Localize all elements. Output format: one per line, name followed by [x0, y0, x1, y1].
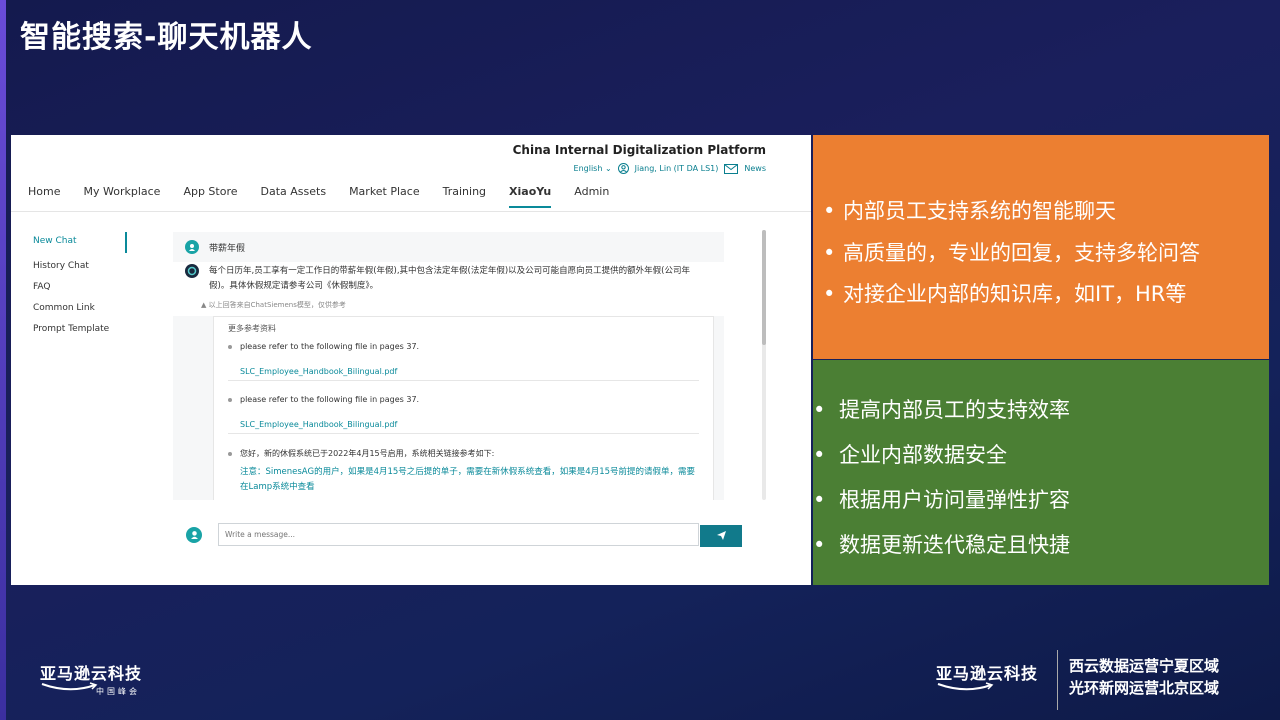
benefit-item: • 提高内部员工的支持效率: [813, 398, 1070, 422]
left-accent-bar: [0, 0, 6, 720]
language-select[interactable]: English ⌄: [574, 164, 612, 173]
send-button[interactable]: [700, 525, 742, 547]
nav-my-workplace[interactable]: My Workplace: [83, 185, 160, 208]
feature-item: • 内部员工支持系统的智能聊天: [823, 199, 1116, 223]
nav-xiaoyu[interactable]: XiaoYu: [509, 185, 552, 208]
message-input[interactable]: [218, 523, 699, 546]
user-name[interactable]: Jiang, Lin (IT DA LS1): [635, 164, 719, 173]
feature-item: • 对接企业内部的知识库，如IT，HR等: [823, 282, 1187, 306]
benefits-panel: • 提高内部员工的支持效率 • 企业内部数据安全 • 根据用户访问量弹性扩容 • 数据更…: [813, 360, 1269, 585]
features-panel: • 内部员工支持系统的智能聊天 • 高质量的，专业的回复，支持多轮问答 • 对接企业内…: [813, 135, 1269, 359]
nav-data-assets[interactable]: Data Assets: [261, 185, 327, 208]
news-link[interactable]: News: [744, 164, 766, 173]
sidebar-item-new-chat[interactable]: New Chat: [33, 232, 127, 253]
utility-bar: English ⌄ Jiang, Lin (IT DA LS1) News: [574, 163, 766, 174]
user-icon: [617, 163, 629, 174]
reference-item: please refer to the following file in pa…: [228, 395, 699, 404]
reference-file-link[interactable]: SLC_Employee_Handbook_Bilingual.pdf: [228, 357, 699, 381]
region-beijing: 光环新网运营北京区域: [1069, 679, 1220, 697]
nav-app-store[interactable]: App Store: [183, 185, 237, 208]
brand-logo-left: 亚马逊云科技 中国峰会: [40, 664, 143, 696]
sidebar-item-common-link[interactable]: Common Link: [33, 299, 127, 320]
references-box: 更多参考资料 please refer to the following fil…: [213, 316, 714, 500]
brand-logo-right: 亚马逊云科技: [936, 660, 1038, 691]
bot-avatar-icon: [185, 264, 199, 278]
send-icon: [716, 529, 727, 544]
mail-icon[interactable]: [724, 163, 739, 174]
answer-note[interactable]: ▲ 以上回答来自ChatSiemens模型，仅供参考: [173, 296, 724, 316]
nav-home[interactable]: Home: [28, 185, 60, 208]
reference-item: 您好，新的休假系统已于2022年4月15号启用，系统相关链接参考如下:: [228, 448, 699, 459]
sidebar-item-prompt-template[interactable]: Prompt Template: [33, 320, 127, 341]
user-avatar-icon: [186, 526, 202, 543]
reference-item: please refer to the following file in pa…: [228, 342, 699, 351]
smile-arrow-icon: [937, 682, 994, 691]
benefit-item: • 数据更新迭代稳定且快捷: [813, 533, 1070, 557]
user-message-text: 带薪年假: [209, 243, 246, 254]
sidebar-item-faq[interactable]: FAQ: [33, 278, 127, 299]
smile-arrow-icon: [41, 682, 98, 691]
bot-message-text: 每个日历年,员工享有一定工作日的带薪年假(年假),其中包含法定年假(法定年假)以…: [209, 266, 690, 291]
reference-file-link[interactable]: SLC_Employee_Handbook_Bilingual.pdf: [228, 410, 699, 434]
nav-training[interactable]: Training: [443, 185, 486, 208]
region-ningxia: 西云数据运营宁夏区域: [1069, 657, 1220, 675]
bot-message: 每个日历年,员工享有一定工作日的带薪年假(年假),其中包含法定年假(法定年假)以…: [173, 262, 724, 296]
slide-title: 智能搜索-聊天机器人: [20, 20, 313, 55]
chat-window: 带薪年假 每个日历年,员工享有一定工作日的带薪年假(年假),其中包含法定年假(法…: [173, 232, 724, 500]
reference-note: 注意：SimenesAG的用户，如果是4月15号之后提的单子，需要在新休假系统查…: [240, 467, 696, 492]
main-nav: Home My Workplace App Store Data Assets …: [28, 185, 609, 208]
platform-title: China Internal Digitalization Platform: [512, 143, 766, 157]
nav-admin[interactable]: Admin: [574, 185, 609, 208]
nav-divider: [11, 211, 811, 212]
message-composer: [186, 523, 742, 547]
footer-divider: [1057, 650, 1058, 710]
region-text: 西云数据运营宁夏区域 光环新网运营北京区域: [1069, 655, 1219, 699]
references-title: 更多参考资料: [228, 324, 276, 333]
feature-item: • 高质量的，专业的回复，支持多轮问答: [823, 240, 1200, 265]
benefit-item: • 根据用户访问量弹性扩容: [813, 488, 1070, 512]
app-screenshot: China Internal Digitalization Platform E…: [11, 135, 811, 585]
benefit-item: • 企业内部数据安全: [813, 443, 1007, 467]
sidebar-item-history-chat[interactable]: History Chat: [33, 257, 127, 278]
chat-sidebar: New Chat History Chat FAQ Common Link Pr…: [33, 232, 127, 341]
user-message: 带薪年假: [173, 232, 724, 262]
nav-market-place[interactable]: Market Place: [349, 185, 420, 208]
user-avatar-icon: [185, 240, 199, 254]
chat-scrollbar[interactable]: [762, 230, 766, 500]
scrollbar-thumb[interactable]: [762, 230, 766, 345]
